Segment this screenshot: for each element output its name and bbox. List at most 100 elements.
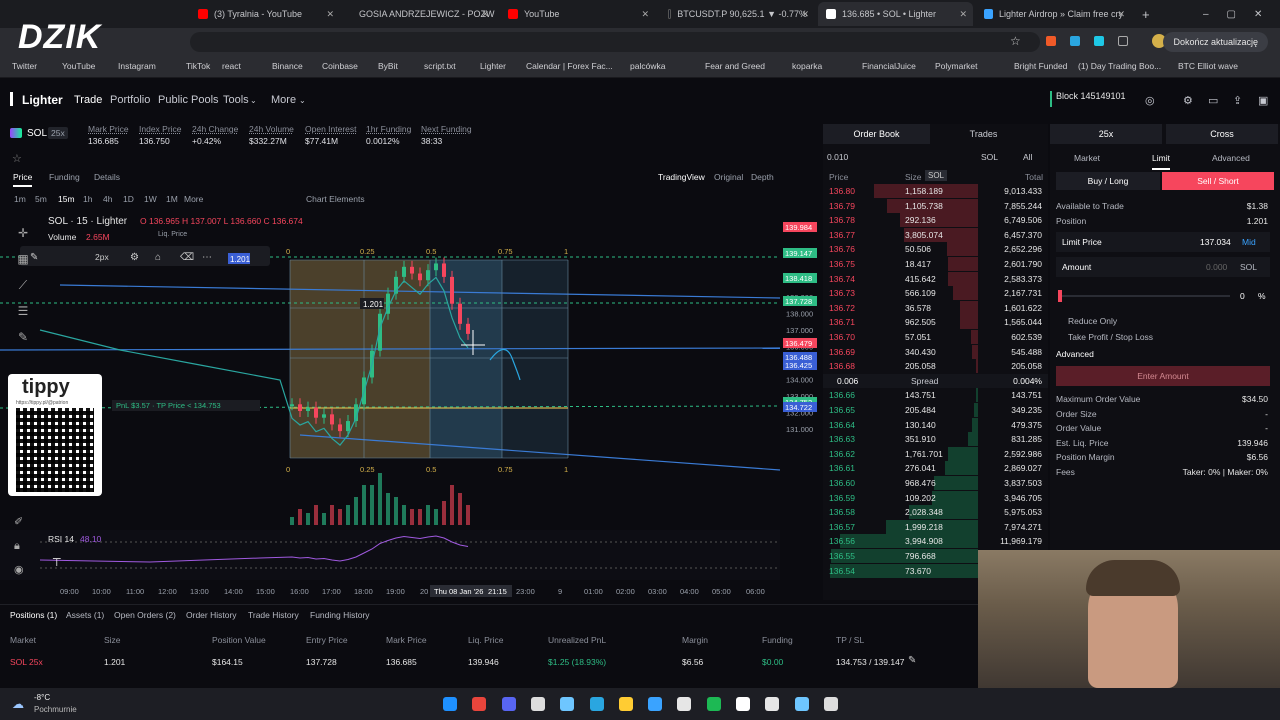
- type-advanced[interactable]: Advanced: [1212, 153, 1250, 163]
- bookmark-item[interactable]: Bright Funded: [1014, 61, 1067, 71]
- tab-trades[interactable]: Trades: [930, 124, 1037, 144]
- bookmark-item[interactable]: koparka: [792, 61, 822, 71]
- bookmark-item[interactable]: Fear and Greed: [705, 61, 765, 71]
- advanced-toggle[interactable]: Advanced: [1056, 349, 1094, 359]
- orderbook-row-bid[interactable]: 136.61 276.041 2,869.027: [823, 461, 1048, 476]
- close-icon[interactable]: ✕: [481, 9, 489, 20]
- view-tradingview[interactable]: TradingView: [658, 172, 705, 182]
- chart-canvas[interactable]: 1m 5m 15m 1h 4h 1D 1W 1M More Chart Elements 0 0 0…: [0, 190, 822, 600]
- nav-public-pools[interactable]: Public Pools: [158, 94, 219, 106]
- positions-tab[interactable]: Assets (1): [66, 610, 104, 620]
- extension-icon[interactable]: [1094, 36, 1104, 46]
- close-icon[interactable]: ✕: [801, 9, 809, 20]
- orderbook-row-ask[interactable]: 136.73 566.109 2,167.731: [823, 286, 1048, 301]
- tab-funding[interactable]: Funding: [49, 172, 80, 182]
- taskbar-app-icon[interactable]: [618, 697, 633, 711]
- tab-tradingview[interactable]: BTCUSDT.P 90,625.1 ▼ -0.77% ✕: [660, 2, 815, 26]
- orderbook-row-ask[interactable]: 136.70 57.051 602.539: [823, 330, 1048, 345]
- bookmark-item[interactable]: YouTube: [62, 61, 95, 71]
- orderbook-row-bid[interactable]: 136.62 1,761.701 2,592.986: [823, 446, 1048, 462]
- sell-short-button[interactable]: Sell / Short: [1162, 172, 1274, 190]
- bookmark-item[interactable]: Polymarket: [935, 61, 978, 71]
- header-sol[interactable]: SOL: [925, 170, 948, 181]
- bookmark-item[interactable]: BTC Elliot wave: [1178, 61, 1238, 71]
- tab-youtube-1[interactable]: (3) Tyralnia - YouTube ✕: [190, 2, 340, 26]
- positions-tab[interactable]: Funding History: [310, 610, 370, 620]
- tick-size-select[interactable]: 0.010: [827, 152, 848, 162]
- orderbook-row-bid[interactable]: 136.66 143.751 143.751: [823, 388, 1048, 403]
- interval-3[interactable]: 1h: [83, 194, 93, 204]
- orderbook-row-bid[interactable]: 136.56 3,994.908 11,969.179: [823, 534, 1048, 549]
- bookmark-item[interactable]: Binance: [272, 61, 303, 71]
- orderbook-row-bid[interactable]: 136.63 351.910 831.285: [823, 432, 1048, 447]
- extension-icon[interactable]: [1046, 36, 1056, 46]
- interval-4[interactable]: 4h: [103, 194, 113, 204]
- taskbar-app-icon[interactable]: [530, 697, 545, 711]
- taskbar-app-icon[interactable]: [794, 697, 809, 711]
- trash-icon[interactable]: ⌫: [180, 252, 194, 263]
- orderbook-row-bid[interactable]: 136.58 2,028.348 5,975.053: [823, 505, 1048, 520]
- bookmark-item[interactable]: FinancialJuice: [862, 61, 916, 71]
- star-icon[interactable]: ☆: [1010, 34, 1021, 48]
- taskbar-app-icon[interactable]: [560, 697, 575, 711]
- eye-icon[interactable]: ◉: [14, 558, 24, 582]
- positions-tab[interactable]: Trade History: [248, 610, 299, 620]
- orderbook-row-ask[interactable]: 136.69 340.430 545.488: [823, 344, 1048, 360]
- bookmark-item[interactable]: palcówka: [630, 61, 665, 71]
- orderbook-row-ask[interactable]: 136.77 3,805.074 6,457.370: [823, 227, 1048, 243]
- mid-button[interactable]: Mid: [1242, 237, 1256, 247]
- taskbar-app-icon[interactable]: [823, 697, 838, 711]
- tab-order-book[interactable]: Order Book: [823, 124, 930, 144]
- bookmark-item[interactable]: TikTok: [186, 61, 210, 71]
- settings-icon[interactable]: ⚙: [130, 252, 139, 263]
- tab-lighter[interactable]: 136.685 • SOL • Lighter ✕: [818, 2, 973, 26]
- tab-details[interactable]: Details: [94, 172, 120, 182]
- tab-youtube-2[interactable]: GOSIA ANDRZEJEWICZ - POZW ✕: [345, 2, 495, 26]
- star-icon[interactable]: ☆: [12, 152, 22, 165]
- close-icon[interactable]: ✕: [326, 9, 334, 20]
- taskbar-app-icon[interactable]: [765, 697, 780, 711]
- brush-icon[interactable]: ✎: [12, 324, 34, 350]
- orderbook-row-ask[interactable]: 136.68 205.058 205.058: [823, 359, 1048, 374]
- nav-trade[interactable]: Trade: [74, 94, 102, 106]
- nav-portfolio[interactable]: Portfolio: [110, 94, 150, 106]
- url-input[interactable]: [190, 32, 1040, 52]
- app-logo[interactable]: Lighter: [22, 93, 63, 107]
- ruler-icon[interactable]: ✐: [14, 510, 24, 534]
- nav-more[interactable]: More: [271, 94, 296, 106]
- bookmark-item[interactable]: (1) Day Trading Boo...: [1078, 61, 1161, 71]
- interval-0[interactable]: 1m: [14, 194, 26, 204]
- taskbar-app-icon[interactable]: [648, 697, 663, 711]
- grid-icon[interactable]: ▦: [12, 246, 34, 272]
- buy-long-button[interactable]: Buy / Long: [1056, 172, 1160, 190]
- amount-field[interactable]: Amount 0.000 SOL: [1056, 257, 1270, 277]
- fib-tool-icon[interactable]: ☰: [12, 298, 34, 324]
- limit-price-field[interactable]: Limit Price 137.034 Mid: [1056, 232, 1270, 252]
- close-icon[interactable]: ✕: [1117, 9, 1125, 20]
- type-limit[interactable]: Limit: [1152, 153, 1170, 170]
- leverage-button[interactable]: 25x: [1050, 124, 1162, 144]
- tab-airdrop[interactable]: Lighter Airdrop » Claim free cry ✕: [976, 2, 1131, 26]
- taskbar-app-icon[interactable]: [472, 697, 487, 711]
- margin-mode-button[interactable]: Cross: [1166, 124, 1278, 144]
- bookmark-item[interactable]: react: [222, 61, 241, 71]
- enter-amount-button[interactable]: Enter Amount: [1056, 366, 1270, 386]
- close-icon[interactable]: ✕: [959, 9, 967, 20]
- taskbar-app-icon[interactable]: [501, 697, 516, 711]
- globe-icon[interactable]: ◎: [1145, 94, 1155, 107]
- interval-8[interactable]: More: [184, 194, 204, 204]
- bookmark-item[interactable]: ByBit: [378, 61, 398, 71]
- orderbook-row-ask[interactable]: 136.72 36.578 1,601.622: [823, 300, 1048, 316]
- chat-icon[interactable]: ▭: [1208, 94, 1218, 107]
- tpsl-checkbox[interactable]: Take Profit / Stop Loss: [1068, 332, 1153, 342]
- taskbar-app-icon[interactable]: [706, 697, 721, 711]
- bookmark-item[interactable]: Lighter: [480, 61, 506, 71]
- reduce-only-checkbox[interactable]: Reduce Only: [1068, 316, 1117, 326]
- taskbar-app-icon[interactable]: [443, 697, 457, 711]
- lock-icon[interactable]: 🔒︎: [14, 534, 24, 558]
- crosshair-icon[interactable]: ✛: [12, 220, 34, 246]
- update-button[interactable]: Dokończ aktualizację: [1163, 32, 1268, 52]
- orderbook-row-bid[interactable]: 136.65 205.484 349.235: [823, 403, 1048, 418]
- interval-7[interactable]: 1M: [166, 194, 178, 204]
- market-symbol[interactable]: SOL: [27, 128, 47, 139]
